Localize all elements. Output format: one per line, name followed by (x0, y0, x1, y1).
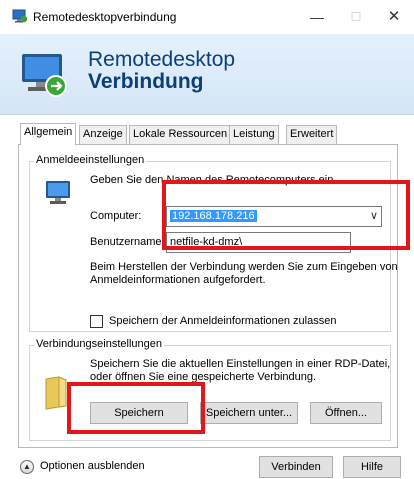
dialog-content: Allgemein Anzeige Lokale Ressourcen Leis… (0, 115, 414, 479)
hide-options-link[interactable]: Optionen ausblenden (40, 460, 145, 472)
connection-settings-group: Verbindungseinstellungen Speichern Sie d… (29, 338, 391, 441)
banner-title-line2: Verbindung (88, 70, 204, 93)
save-credentials-checkbox[interactable] (90, 315, 103, 328)
banner-title-line1: Remotedesktop (88, 48, 236, 71)
tab-allgemein[interactable]: Allgemein (20, 123, 77, 145)
save-as-button[interactable]: Speichern unter... (200, 402, 298, 424)
minimize-button[interactable]: — (302, 4, 332, 30)
computer-combobox[interactable]: 192.168.178.216 ∨ (166, 206, 382, 227)
connection-text-line1: Speichern Sie die aktuellen Einstellunge… (90, 358, 391, 370)
save-button[interactable]: Speichern (90, 402, 188, 424)
title-bar: Remotedesktopverbindung — ☐ ✕ (0, 0, 414, 34)
tab-leistung[interactable]: Leistung (229, 125, 279, 144)
computer-label: Computer: (90, 210, 142, 222)
open-button[interactable]: Öffnen... (310, 402, 382, 424)
computer-value: 192.168.178.216 (170, 210, 257, 222)
tab-lokale-ressourcen[interactable]: Lokale Ressourcen (129, 125, 232, 144)
chevron-down-icon[interactable]: ∨ (370, 207, 378, 226)
chevron-up-icon[interactable]: ▲ (20, 460, 34, 474)
close-button[interactable]: ✕ (379, 4, 409, 30)
remote-desktop-monitor-icon (22, 54, 67, 97)
username-field[interactable]: netfile-kd-dmz\ (166, 232, 351, 253)
logon-settings-group: Anmeldeeinstellungen Geben Sie den Namen… (29, 154, 398, 332)
remote-desktop-icon (12, 9, 28, 23)
credentials-info-line2: Anmeldeinformationen aufgefordert. (90, 274, 266, 286)
credentials-info-line1: Beim Herstellen der Verbindung werden Si… (90, 261, 398, 273)
connection-text-line2: oder öffnen Sie eine gespeicherte Verbin… (90, 371, 317, 383)
help-button[interactable]: Hilfe (343, 456, 401, 478)
tab-anzeige[interactable]: Anzeige (79, 125, 127, 144)
connect-button[interactable]: Verbinden (259, 456, 333, 478)
window-title: Remotedesktopverbindung (33, 10, 177, 24)
connection-settings-legend: Verbindungseinstellungen (34, 338, 164, 350)
username-label: Benutzername (90, 236, 162, 248)
tab-panel-allgemein: Anmeldeeinstellungen Geben Sie den Namen… (18, 144, 398, 448)
computer-instruction: Geben Sie den Namen des Remotecomputers … (90, 174, 337, 186)
maximize-button[interactable]: ☐ (341, 4, 371, 30)
tab-erweitert[interactable]: Erweitert (286, 125, 338, 144)
computer-icon (46, 181, 70, 204)
save-credentials-label[interactable]: Speichern der Anmeldeinformationen zulas… (109, 315, 336, 327)
header-banner: Remotedesktop Verbindung (0, 34, 414, 115)
rdp-file-icon (45, 376, 67, 410)
logon-settings-legend: Anmeldeeinstellungen (34, 154, 147, 166)
dialog-footer: ▲ Optionen ausblenden Verbinden Hilfe (0, 456, 414, 479)
